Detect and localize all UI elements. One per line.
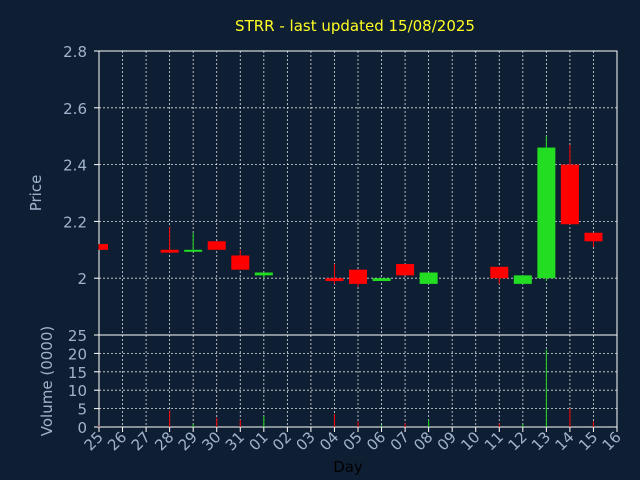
x-tick-label: 04 bbox=[316, 428, 342, 454]
x-tick-label: 14 bbox=[552, 428, 578, 454]
price-tick-label: 2.8 bbox=[63, 43, 87, 61]
chart-title: STRR - last updated 15/08/2025 bbox=[235, 17, 475, 35]
volume-bars bbox=[98, 349, 594, 427]
x-tick-label: 31 bbox=[222, 428, 248, 454]
candle-body bbox=[184, 249, 203, 252]
x-tick-label: 12 bbox=[504, 428, 530, 454]
x-tick-label: 10 bbox=[457, 428, 483, 454]
candle-body bbox=[513, 275, 532, 284]
candle-body bbox=[254, 272, 273, 276]
x-tick-label: 05 bbox=[340, 428, 366, 454]
price-axis-label: Price bbox=[27, 175, 45, 212]
x-tick-label: 30 bbox=[198, 428, 224, 454]
volume-tick-label: 15 bbox=[68, 364, 87, 382]
candle-body bbox=[160, 249, 179, 253]
x-tick-label: 06 bbox=[363, 428, 389, 454]
price-y-ticks: 2 2.2 2.4 2.6 2.8 bbox=[63, 43, 99, 288]
candle-body bbox=[537, 147, 556, 279]
x-tick-label: 16 bbox=[599, 428, 625, 454]
x-tick-label: 29 bbox=[175, 428, 201, 454]
candle-body bbox=[372, 278, 391, 282]
volume-grid bbox=[99, 335, 617, 427]
x-tick-label: 08 bbox=[410, 428, 436, 454]
x-tick-label: 02 bbox=[269, 428, 295, 454]
candle-body bbox=[325, 278, 344, 282]
x-tick-label: 28 bbox=[151, 428, 177, 454]
candle-body bbox=[99, 244, 108, 250]
x-tick-label: 11 bbox=[481, 428, 507, 454]
x-ticks: 2526272829303101020304050607080910111213… bbox=[81, 427, 625, 454]
x-tick-label: 15 bbox=[575, 428, 601, 454]
price-tick-label: 2.6 bbox=[63, 100, 87, 118]
x-tick-label: 01 bbox=[245, 428, 271, 454]
x-tick-label: 27 bbox=[128, 428, 154, 454]
candle-body bbox=[584, 232, 603, 242]
x-tick-label: 07 bbox=[387, 428, 413, 454]
chart-stage: STRR - last updated 15/08/2025 2 2.2 2.4 2.… bbox=[0, 0, 640, 480]
candle-body bbox=[207, 241, 226, 250]
volume-y-ticks: 0510152025 bbox=[68, 327, 99, 437]
candle-body bbox=[419, 272, 438, 284]
candle-body bbox=[231, 255, 250, 270]
volume-tick-label: 25 bbox=[68, 327, 87, 345]
price-tick-label: 2.4 bbox=[63, 157, 87, 175]
volume-tick-label: 0 bbox=[77, 419, 87, 437]
volume-tick-label: 20 bbox=[68, 345, 87, 363]
volume-tick-label: 10 bbox=[68, 382, 87, 400]
x-tick-label: 26 bbox=[104, 428, 130, 454]
candles bbox=[98, 136, 603, 287]
x-axis-label: Day bbox=[333, 458, 363, 476]
x-tick-label: 03 bbox=[293, 428, 319, 454]
candle-body bbox=[349, 269, 367, 284]
volume-tick-label: 5 bbox=[77, 401, 87, 419]
x-tick-label: 13 bbox=[528, 428, 554, 454]
candle-body bbox=[490, 266, 509, 279]
price-tick-label: 2 bbox=[77, 270, 87, 288]
candlestick-chart: STRR - last updated 15/08/2025 2 2.2 2.4 2.… bbox=[27, 17, 625, 476]
candle-body bbox=[560, 164, 579, 225]
volume-axis-label: Volume (0000) bbox=[38, 326, 56, 436]
x-tick-label: 09 bbox=[434, 428, 460, 454]
candle-body bbox=[396, 264, 415, 276]
price-tick-label: 2.2 bbox=[63, 213, 87, 231]
